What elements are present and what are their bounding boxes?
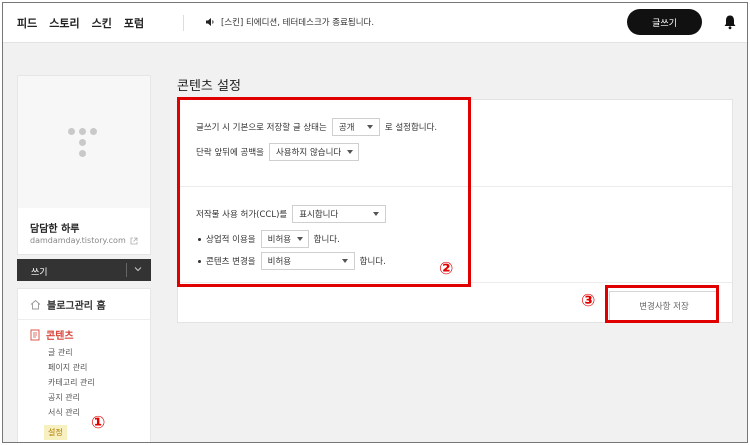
sidebar-item-notices[interactable]: 공지 관리	[48, 390, 95, 405]
blog-profile-card: 담담한 하루 damdamday.tistory.com	[17, 75, 151, 255]
bell-icon[interactable]	[723, 14, 737, 30]
annotation-box-save	[605, 285, 719, 323]
sidebar-item-contents[interactable]: 콘텐츠	[30, 327, 74, 342]
blog-thumbnail	[18, 76, 150, 208]
sidebar-write-label: 쓰기	[31, 268, 48, 278]
menu-divider	[18, 319, 150, 320]
blog-url-link[interactable]: damdamday.tistory.com	[30, 236, 138, 245]
nav-forum[interactable]: 포럼	[124, 15, 144, 31]
top-nav: 피드 스토리 스킨 포럼	[17, 15, 144, 31]
sidebar-menu: 블로그관리 홈 콘텐츠 글 관리 페이지 관리 카테고리 관리 공지 관리 서식…	[17, 288, 151, 442]
write-separator	[126, 263, 127, 277]
sidebar-item-settings[interactable]: 설정	[44, 425, 67, 440]
annotation-number-1: ①	[91, 413, 106, 433]
chevron-down-icon[interactable]	[133, 264, 143, 274]
nav-story[interactable]: 스토리	[49, 15, 79, 31]
top-bar: 피드 스토리 스킨 포럼 [스킨] 티에디션, 테터데스크가 종료됩니다. 글쓰…	[3, 3, 747, 43]
sidebar-item-pages[interactable]: 페이지 관리	[48, 360, 95, 375]
speaker-icon	[206, 18, 214, 26]
annotation-number-3: ③	[581, 291, 596, 311]
annotation-number-2: ②	[439, 259, 454, 279]
sidebar-home-label: 블로그관리 홈	[47, 301, 106, 312]
contents-submenu: 글 관리 페이지 관리 카테고리 관리 공지 관리 서식 관리 설정	[44, 345, 95, 440]
blog-url-text: damdamday.tistory.com	[30, 236, 126, 245]
write-post-button[interactable]: 글쓰기	[627, 9, 702, 35]
sidebar-item-categories[interactable]: 카테고리 관리	[48, 375, 95, 390]
sidebar-write-button[interactable]: 쓰기	[17, 259, 151, 281]
sidebar-item-home[interactable]: 블로그관리 홈	[30, 297, 106, 312]
topbar-divider	[183, 15, 184, 31]
page-title: 콘텐츠 설정	[177, 79, 241, 94]
nav-skin[interactable]: 스킨	[92, 15, 112, 31]
notice-text: [스킨] 티에디션, 테터데스크가 종료됩니다.	[221, 18, 375, 28]
notice-link[interactable]: [스킨] 티에디션, 테터데스크가 종료됩니다.	[205, 16, 374, 28]
annotation-box-settings	[177, 97, 471, 287]
document-icon	[30, 329, 40, 340]
home-icon	[30, 299, 41, 310]
sidebar-item-posts[interactable]: 글 관리	[48, 345, 95, 360]
nav-feed[interactable]: 피드	[17, 15, 37, 31]
external-link-icon	[130, 237, 138, 244]
blog-name: 담담한 하루	[30, 224, 80, 235]
window-frame: 피드 스토리 스킨 포럼 [스킨] 티에디션, 테터데스크가 종료됩니다. 글쓰…	[2, 2, 748, 443]
sidebar-contents-label: 콘텐츠	[46, 331, 74, 342]
sidebar-item-templates[interactable]: 서식 관리	[48, 405, 95, 420]
